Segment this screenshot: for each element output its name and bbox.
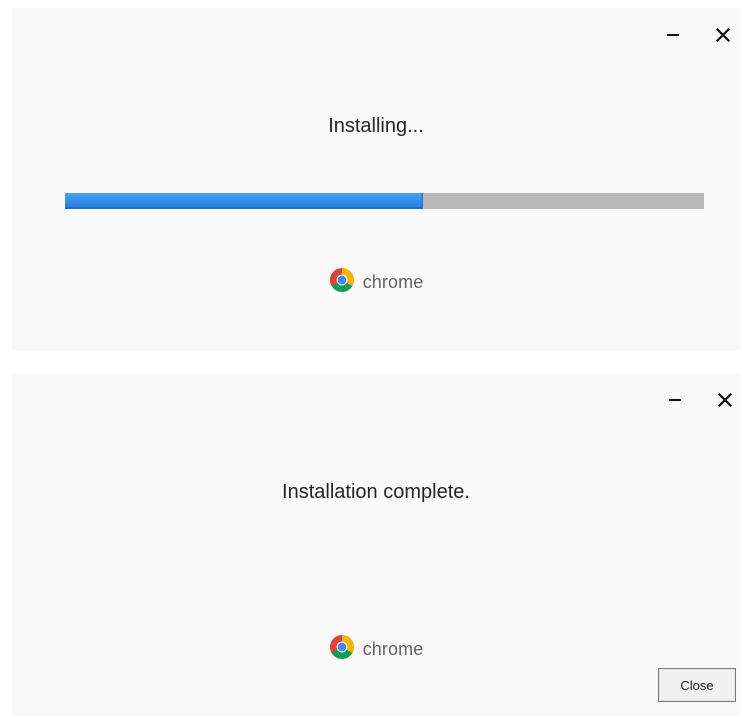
close-icon	[715, 27, 731, 48]
progress-bar-fill	[65, 193, 423, 209]
close-icon	[717, 392, 733, 413]
brand-logo: chrome	[12, 267, 740, 298]
minimize-button[interactable]	[660, 387, 690, 417]
close-button[interactable]: Close	[658, 668, 736, 702]
brand-logo: chrome	[12, 634, 740, 665]
brand-name: chrome	[362, 639, 424, 659]
installer-window-installing: Installing... chrome	[12, 8, 740, 351]
brand-name: chrome	[362, 272, 424, 292]
progress-bar	[65, 193, 704, 209]
minimize-button[interactable]	[658, 22, 688, 52]
chrome-logo-icon	[329, 634, 355, 665]
status-text: Installation complete.	[282, 481, 470, 503]
minimize-icon	[665, 27, 681, 48]
minimize-icon	[667, 392, 683, 413]
close-window-button[interactable]	[710, 387, 740, 417]
close-window-button[interactable]	[708, 22, 738, 52]
chrome-logo-icon	[329, 267, 355, 298]
status-text: Installing...	[328, 115, 424, 137]
installer-window-complete: Installation complete. chrome Close	[12, 373, 740, 716]
